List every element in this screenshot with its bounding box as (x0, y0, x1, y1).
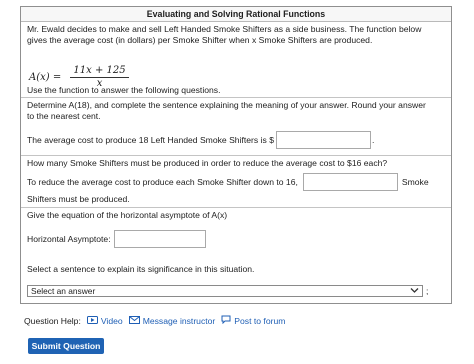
instruction-text: Use the function to answer the following… (27, 85, 221, 95)
post-forum-link[interactable]: Post to forum (221, 315, 285, 326)
asymptote-row: Horizontal Asymptote: (27, 230, 206, 248)
asymptote-input[interactable] (113, 230, 206, 248)
part-b-line-2: Shifters must be produced. (27, 194, 130, 204)
intro-line-2: gives the average cost (in dollars) per … (27, 35, 373, 45)
part-a-sentence: The average cost to produce 18 Left Hand… (27, 131, 374, 149)
video-label: Video (100, 315, 123, 326)
part-a-period: . (371, 135, 375, 145)
significance-select[interactable]: Select an answer (27, 285, 423, 297)
intro-line-1: Mr. Ewald decides to make and sell Left … (27, 24, 422, 34)
video-link[interactable]: Video (86, 315, 123, 326)
average-cost-input[interactable] (275, 131, 371, 149)
part-b-section: How many Smoke Shifters must be produced… (21, 156, 451, 208)
message-label: Message instructor (142, 315, 216, 326)
panel-title: Evaluating and Solving Rational Function… (21, 7, 451, 22)
formula-numerator: 11x + 125 (70, 65, 129, 78)
significance-row: Select an answer ; (27, 285, 447, 297)
part-a-section: Determine A(18), and complete the senten… (21, 98, 451, 156)
message-instructor-link[interactable]: Message instructor (128, 315, 216, 326)
speech-bubble-icon (221, 315, 231, 326)
question-panel: Evaluating and Solving Rational Function… (20, 6, 452, 304)
part-b-question: How many Smoke Shifters must be produced… (27, 158, 388, 168)
quantity-input[interactable] (302, 173, 398, 191)
question-help: Question Help: Video Message instructor … (24, 315, 285, 326)
formula-lhs: A(x) = (29, 72, 62, 83)
part-c-section: Give the equation of the horizontal asym… (21, 208, 451, 305)
chevron-down-icon (410, 286, 419, 296)
part-b-sentence-text: To reduce the average cost to produce ea… (27, 177, 298, 187)
question-help-label: Question Help: (24, 315, 81, 326)
submit-question-button[interactable]: Submit Question (28, 338, 104, 354)
part-a-prompt-1: Determine A(18), and complete the senten… (27, 100, 426, 110)
envelope-icon (128, 315, 140, 326)
part-c-prompt: Give the equation of the horizontal asym… (27, 210, 228, 220)
part-a-prompt-2: to the nearest cent. (27, 111, 101, 121)
intro-section: Mr. Ewald decides to make and sell Left … (21, 22, 451, 98)
select-prompt: Select a sentence to explain its signifi… (27, 264, 255, 274)
post-label: Post to forum (234, 315, 286, 326)
video-icon (86, 315, 98, 326)
part-a-sentence-text: The average cost to produce 18 Left Hand… (27, 135, 274, 145)
part-b-sentence: To reduce the average cost to produce ea… (27, 173, 429, 191)
asymptote-label: Horizontal Asymptote: (27, 234, 111, 244)
part-b-after-text: Smoke (401, 177, 429, 187)
select-trail: ; (426, 286, 429, 296)
select-value: Select an answer (31, 286, 96, 296)
